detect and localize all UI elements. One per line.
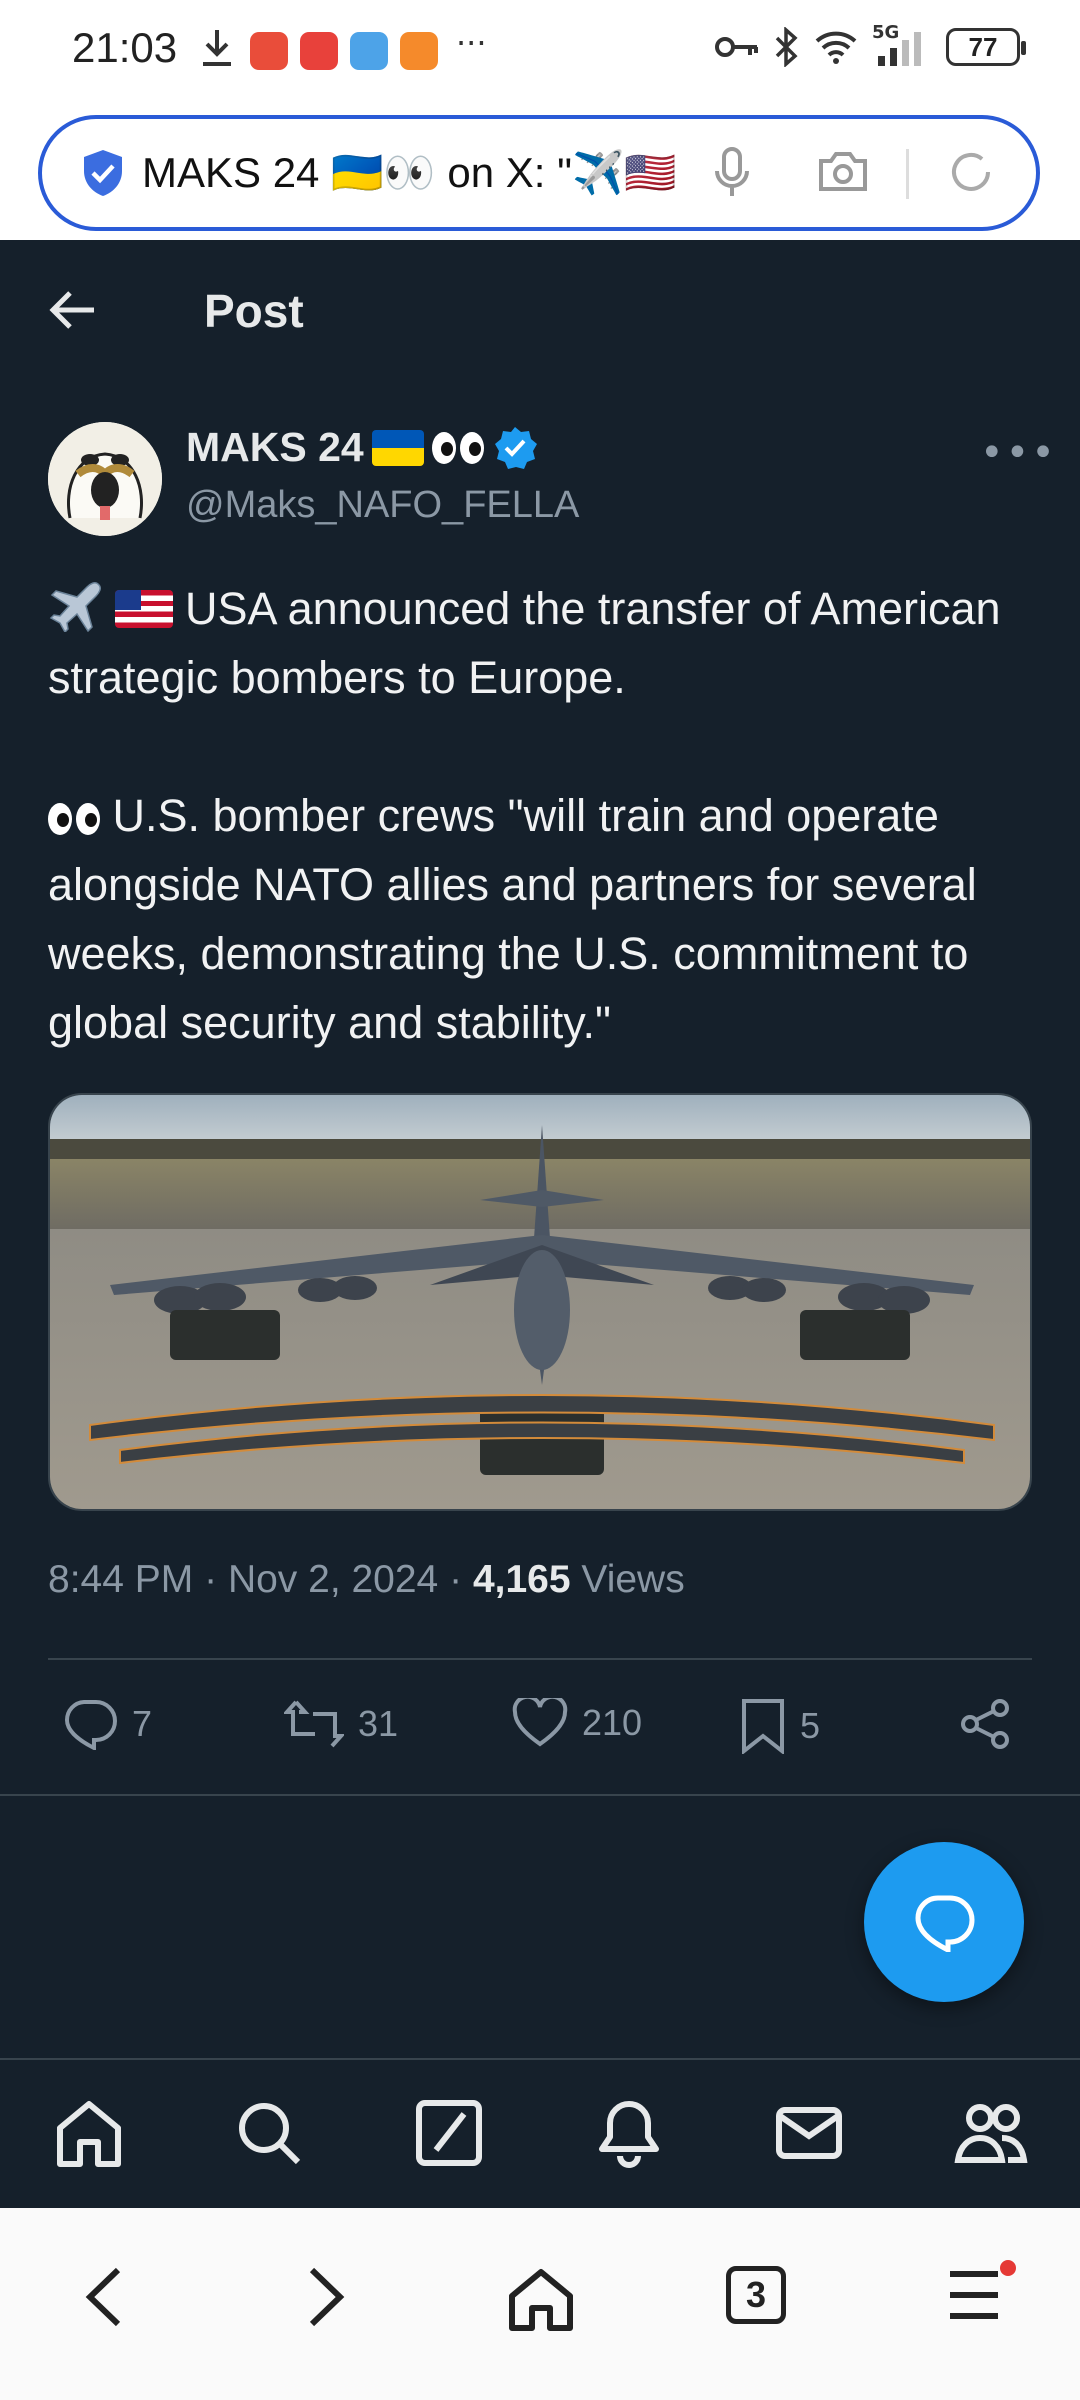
post-time[interactable]: 8:44 PM bbox=[48, 1558, 193, 1601]
status-time: 21:03 bbox=[72, 24, 178, 71]
address-text: MAKS 24 🇺🇦👀 on X: "✈️🇺🇸 bbox=[142, 148, 677, 196]
reply-icon bbox=[64, 1700, 117, 1750]
compose-reply-icon bbox=[915, 1895, 975, 1952]
repost-icon bbox=[284, 1700, 344, 1748]
like-button[interactable]: 210 bbox=[512, 1698, 642, 1748]
post-paragraph-2: U.S. bomber crews "will train and operat… bbox=[48, 790, 977, 1048]
post-header: Post bbox=[0, 240, 1080, 385]
wifi-icon bbox=[815, 31, 857, 64]
bookmark-icon bbox=[742, 1699, 784, 1754]
battery-level: 77 bbox=[968, 31, 998, 62]
bookmark-button[interactable]: 5 bbox=[740, 1698, 820, 1754]
reply-fab-button[interactable] bbox=[864, 1842, 1024, 2002]
video-app-icon bbox=[400, 32, 438, 70]
divider bbox=[0, 1794, 1080, 1796]
reply-button[interactable]: 7 bbox=[62, 1698, 152, 1750]
microphone-icon[interactable] bbox=[714, 147, 750, 199]
page-title: Post bbox=[204, 285, 304, 337]
address-bar[interactable]: MAKS 24 🇺🇦👀 on X: "✈️🇺🇸 bbox=[38, 115, 1040, 231]
post-paragraph-1: USA announced the transfer of American s… bbox=[48, 583, 1001, 703]
author-handle[interactable]: @Maks_NAFO_FELLA bbox=[186, 484, 579, 527]
verified-badge-icon bbox=[494, 426, 537, 469]
app-notification-icon bbox=[250, 32, 288, 70]
camera-icon[interactable] bbox=[817, 149, 869, 193]
author-name-row[interactable]: MAKS 24 bbox=[186, 424, 538, 471]
notifications-bell-icon[interactable] bbox=[594, 2098, 664, 2168]
browser-bottom-nav: 3 bbox=[0, 2208, 1080, 2400]
home-icon[interactable] bbox=[54, 2098, 124, 2168]
post-date[interactable]: Nov 2, 2024 bbox=[228, 1558, 438, 1601]
communities-icon[interactable] bbox=[954, 2098, 1028, 2168]
meta-separator: · bbox=[449, 1558, 463, 1601]
reload-icon[interactable] bbox=[946, 147, 996, 197]
huawei-store-icon bbox=[300, 32, 338, 70]
more-options-icon[interactable]: ••• bbox=[980, 430, 1057, 476]
tabs-count-button[interactable]: 3 bbox=[726, 2266, 786, 2324]
back-arrow-icon[interactable] bbox=[48, 288, 98, 332]
browser-toolbar: MAKS 24 🇺🇦👀 on X: "✈️🇺🇸 bbox=[0, 105, 1080, 240]
grok-icon[interactable] bbox=[414, 2098, 484, 2168]
eyes-emoji-icon bbox=[48, 803, 100, 835]
battery-indicator: 77 bbox=[946, 28, 1026, 66]
messages-envelope-icon[interactable] bbox=[774, 2098, 844, 2168]
status-bar: 21:03 ··· 5G 77 bbox=[0, 0, 1080, 105]
bookmark-count: 5 bbox=[800, 1705, 821, 1746]
reply-count: 7 bbox=[132, 1703, 153, 1744]
us-flag-icon bbox=[114, 590, 173, 628]
menu-notification-dot bbox=[1000, 2260, 1016, 2276]
toolbar-separator bbox=[906, 149, 909, 199]
post-text: USA announced the transfer of American s… bbox=[48, 574, 1038, 1057]
post-meta: 8:44 PM · Nov 2, 2024 · 4,165 Views bbox=[48, 1558, 685, 1602]
browser-back-icon[interactable] bbox=[84, 2266, 124, 2328]
weather-icon bbox=[350, 32, 388, 70]
heart-icon bbox=[512, 1698, 568, 1747]
views-label: Views bbox=[581, 1558, 685, 1601]
bluetooth-icon bbox=[775, 27, 798, 67]
signal-icon: 5G bbox=[872, 22, 932, 68]
divider bbox=[48, 1658, 1032, 1660]
app-bottom-nav bbox=[0, 2058, 1080, 2208]
meta-separator: · bbox=[204, 1558, 218, 1601]
airplane-emoji-icon bbox=[49, 582, 101, 632]
shield-icon bbox=[84, 150, 122, 196]
ukraine-flag-icon bbox=[371, 429, 424, 466]
share-button[interactable] bbox=[958, 1698, 1012, 1750]
browser-menu-icon[interactable] bbox=[946, 2266, 1002, 2324]
repost-count: 31 bbox=[358, 1703, 399, 1744]
browser-forward-icon[interactable] bbox=[306, 2266, 346, 2328]
eyes-emoji-icon bbox=[431, 431, 484, 464]
views-count: 4,165 bbox=[472, 1558, 571, 1601]
search-icon[interactable] bbox=[234, 2098, 304, 2168]
like-count: 210 bbox=[582, 1702, 643, 1743]
tab-count: 3 bbox=[745, 2274, 767, 2315]
browser-home-icon[interactable] bbox=[506, 2266, 576, 2332]
post-actions: 7 31 210 5 bbox=[0, 1690, 1080, 1770]
share-icon bbox=[961, 1699, 1009, 1749]
author-name: MAKS 24 bbox=[186, 424, 364, 470]
avatar[interactable] bbox=[48, 422, 162, 536]
repost-button[interactable]: 31 bbox=[284, 1698, 398, 1750]
key-icon bbox=[715, 37, 758, 57]
post-image[interactable] bbox=[48, 1093, 1032, 1511]
more-notifications-icon: ··· bbox=[456, 24, 487, 62]
download-icon bbox=[203, 30, 231, 66]
